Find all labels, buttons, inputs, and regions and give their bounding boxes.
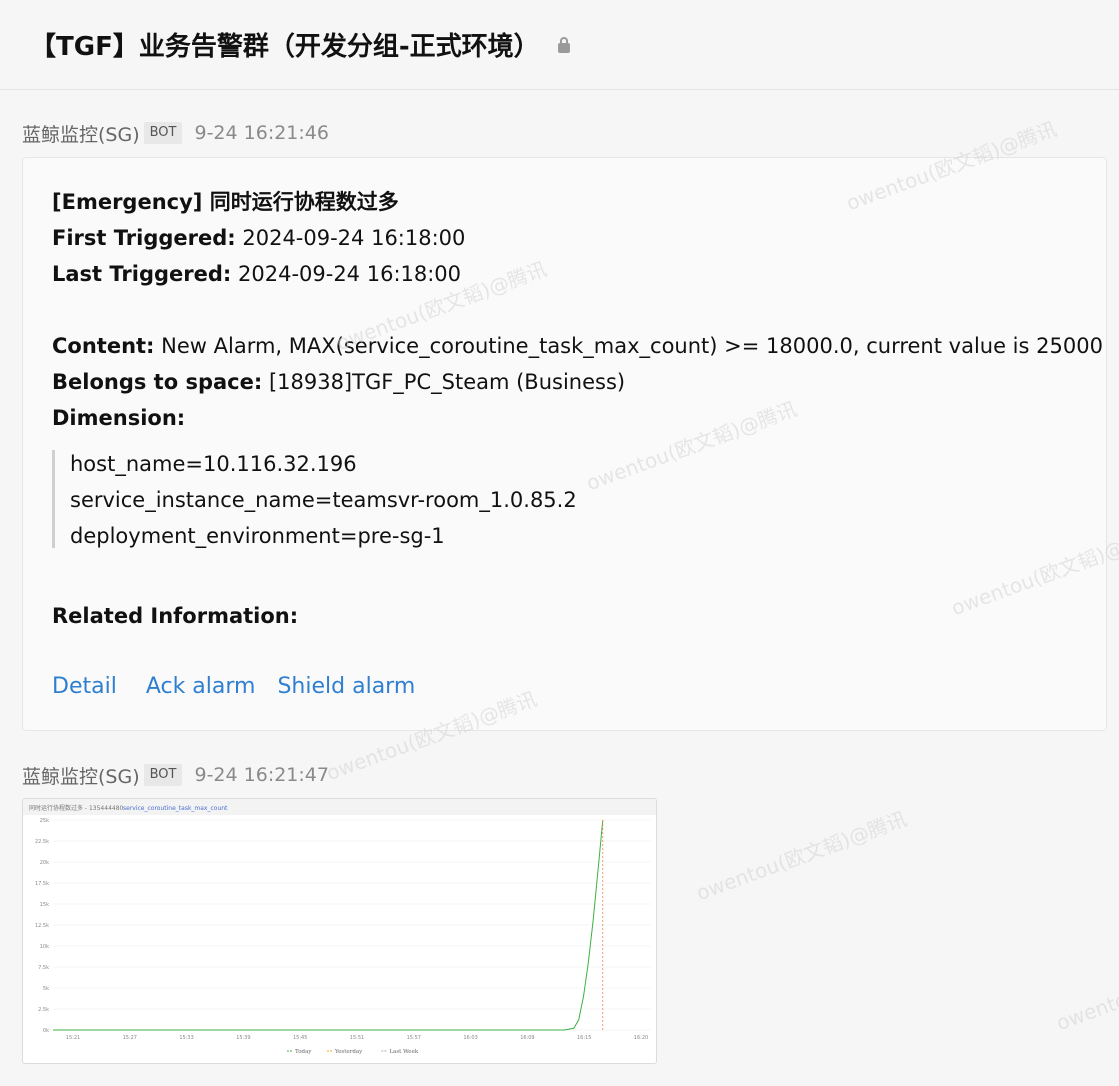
chart-image[interactable]: 同时运行协程数过多 - 135444480 service_coroutine_… [22, 798, 657, 1064]
y-tick-label: 22.5k [35, 839, 49, 845]
sender-name[interactable]: 蓝鲸监控(SG) [22, 120, 140, 147]
y-tick-label: 5k [43, 986, 49, 992]
x-tick-label: 16:20 [634, 1035, 648, 1041]
y-tick-label: 17.5k [35, 881, 49, 887]
dimension-item: service_instance_name=teamsvr-room_1.0.8… [70, 488, 577, 512]
x-tick-label: 15:45 [293, 1035, 307, 1041]
alarm-space: Belongs to space: [18938]TGF_PC_Steam (B… [52, 370, 626, 394]
lock-icon [557, 36, 570, 53]
alarm-card: [Emergency] 同时运行协程数过多 First Triggered: 2… [22, 157, 1107, 731]
alarm-actions: Detail Ack alarm Shield alarm [52, 674, 437, 699]
chart-subtitle: service_coroutine_task_max_count [123, 805, 228, 812]
last-triggered: Last Triggered: 2024-09-24 16:18:00 [52, 262, 462, 286]
shield-alarm-link[interactable]: Shield alarm [277, 674, 415, 699]
x-tick-label: 16:15 [577, 1035, 591, 1041]
message-meta: 蓝鲸监控(SG) BOT 9-24 16:21:46 [22, 120, 329, 146]
bot-badge: BOT [143, 764, 183, 786]
y-tick-label: 2.5k [38, 1007, 49, 1013]
first-triggered: First Triggered: 2024-09-24 16:18:00 [52, 226, 466, 250]
watermark: owentou(欧文韬)@腾讯 [693, 806, 910, 906]
alarm-content: Content: New Alarm, MAX(service_coroutin… [52, 334, 1103, 358]
legend-label: Today [295, 1049, 312, 1055]
message-timestamp: 9-24 16:21:46 [194, 122, 329, 144]
x-tick-label: 15:51 [350, 1035, 364, 1041]
y-tick-label: 20k [40, 860, 49, 866]
x-tick-label: 15:21 [66, 1035, 80, 1041]
bot-badge: BOT [143, 122, 183, 144]
line-chart: 同时运行协程数过多 - 135444480 service_coroutine_… [23, 799, 656, 1055]
x-tick-label: 16:09 [520, 1035, 534, 1041]
alarm-title: [Emergency] 同时运行协程数过多 [52, 190, 399, 214]
dimension-label: Dimension: [52, 406, 186, 430]
y-tick-label: 10k [40, 944, 49, 950]
x-tick-label: 15:27 [123, 1035, 137, 1041]
dimension-item: host_name=10.116.32.196 [70, 452, 357, 476]
x-tick-label: 15:33 [179, 1035, 193, 1041]
x-tick-label: 16:03 [463, 1035, 477, 1041]
message-meta: 蓝鲸监控(SG) BOT 9-24 16:21:47 [22, 762, 329, 788]
dimension-quote: host_name=10.116.32.196 service_instance… [52, 450, 652, 548]
y-tick-label: 12.5k [35, 923, 49, 929]
detail-link[interactable]: Detail [52, 674, 117, 699]
x-tick-label: 15:57 [407, 1035, 421, 1041]
ack-alarm-link[interactable]: Ack alarm [146, 674, 256, 699]
chat-header: 【TGF】业务告警群（开发分组-正式环境） [0, 0, 1119, 90]
chart-title: 同时运行协程数过多 - 135444480 [29, 804, 124, 812]
related-info-label: Related Information: [52, 604, 299, 628]
dimension-item: deployment_environment=pre-sg-1 [70, 524, 445, 548]
x-tick-label: 15:39 [236, 1035, 250, 1041]
y-tick-label: 7.5k [38, 965, 49, 971]
watermark: owentou(欧文韬)@腾讯 [1053, 936, 1119, 1036]
message-timestamp: 9-24 16:21:47 [194, 764, 329, 786]
sender-name[interactable]: 蓝鲸监控(SG) [22, 762, 140, 789]
group-title: 【TGF】业务告警群（开发分组-正式环境） [30, 32, 540, 62]
y-tick-label: 15k [40, 902, 49, 908]
legend-label: Last Week [389, 1049, 418, 1055]
y-tick-label: 25k [40, 818, 49, 824]
legend-label: Yesterday [334, 1049, 363, 1055]
y-tick-label: 0k [43, 1028, 49, 1034]
